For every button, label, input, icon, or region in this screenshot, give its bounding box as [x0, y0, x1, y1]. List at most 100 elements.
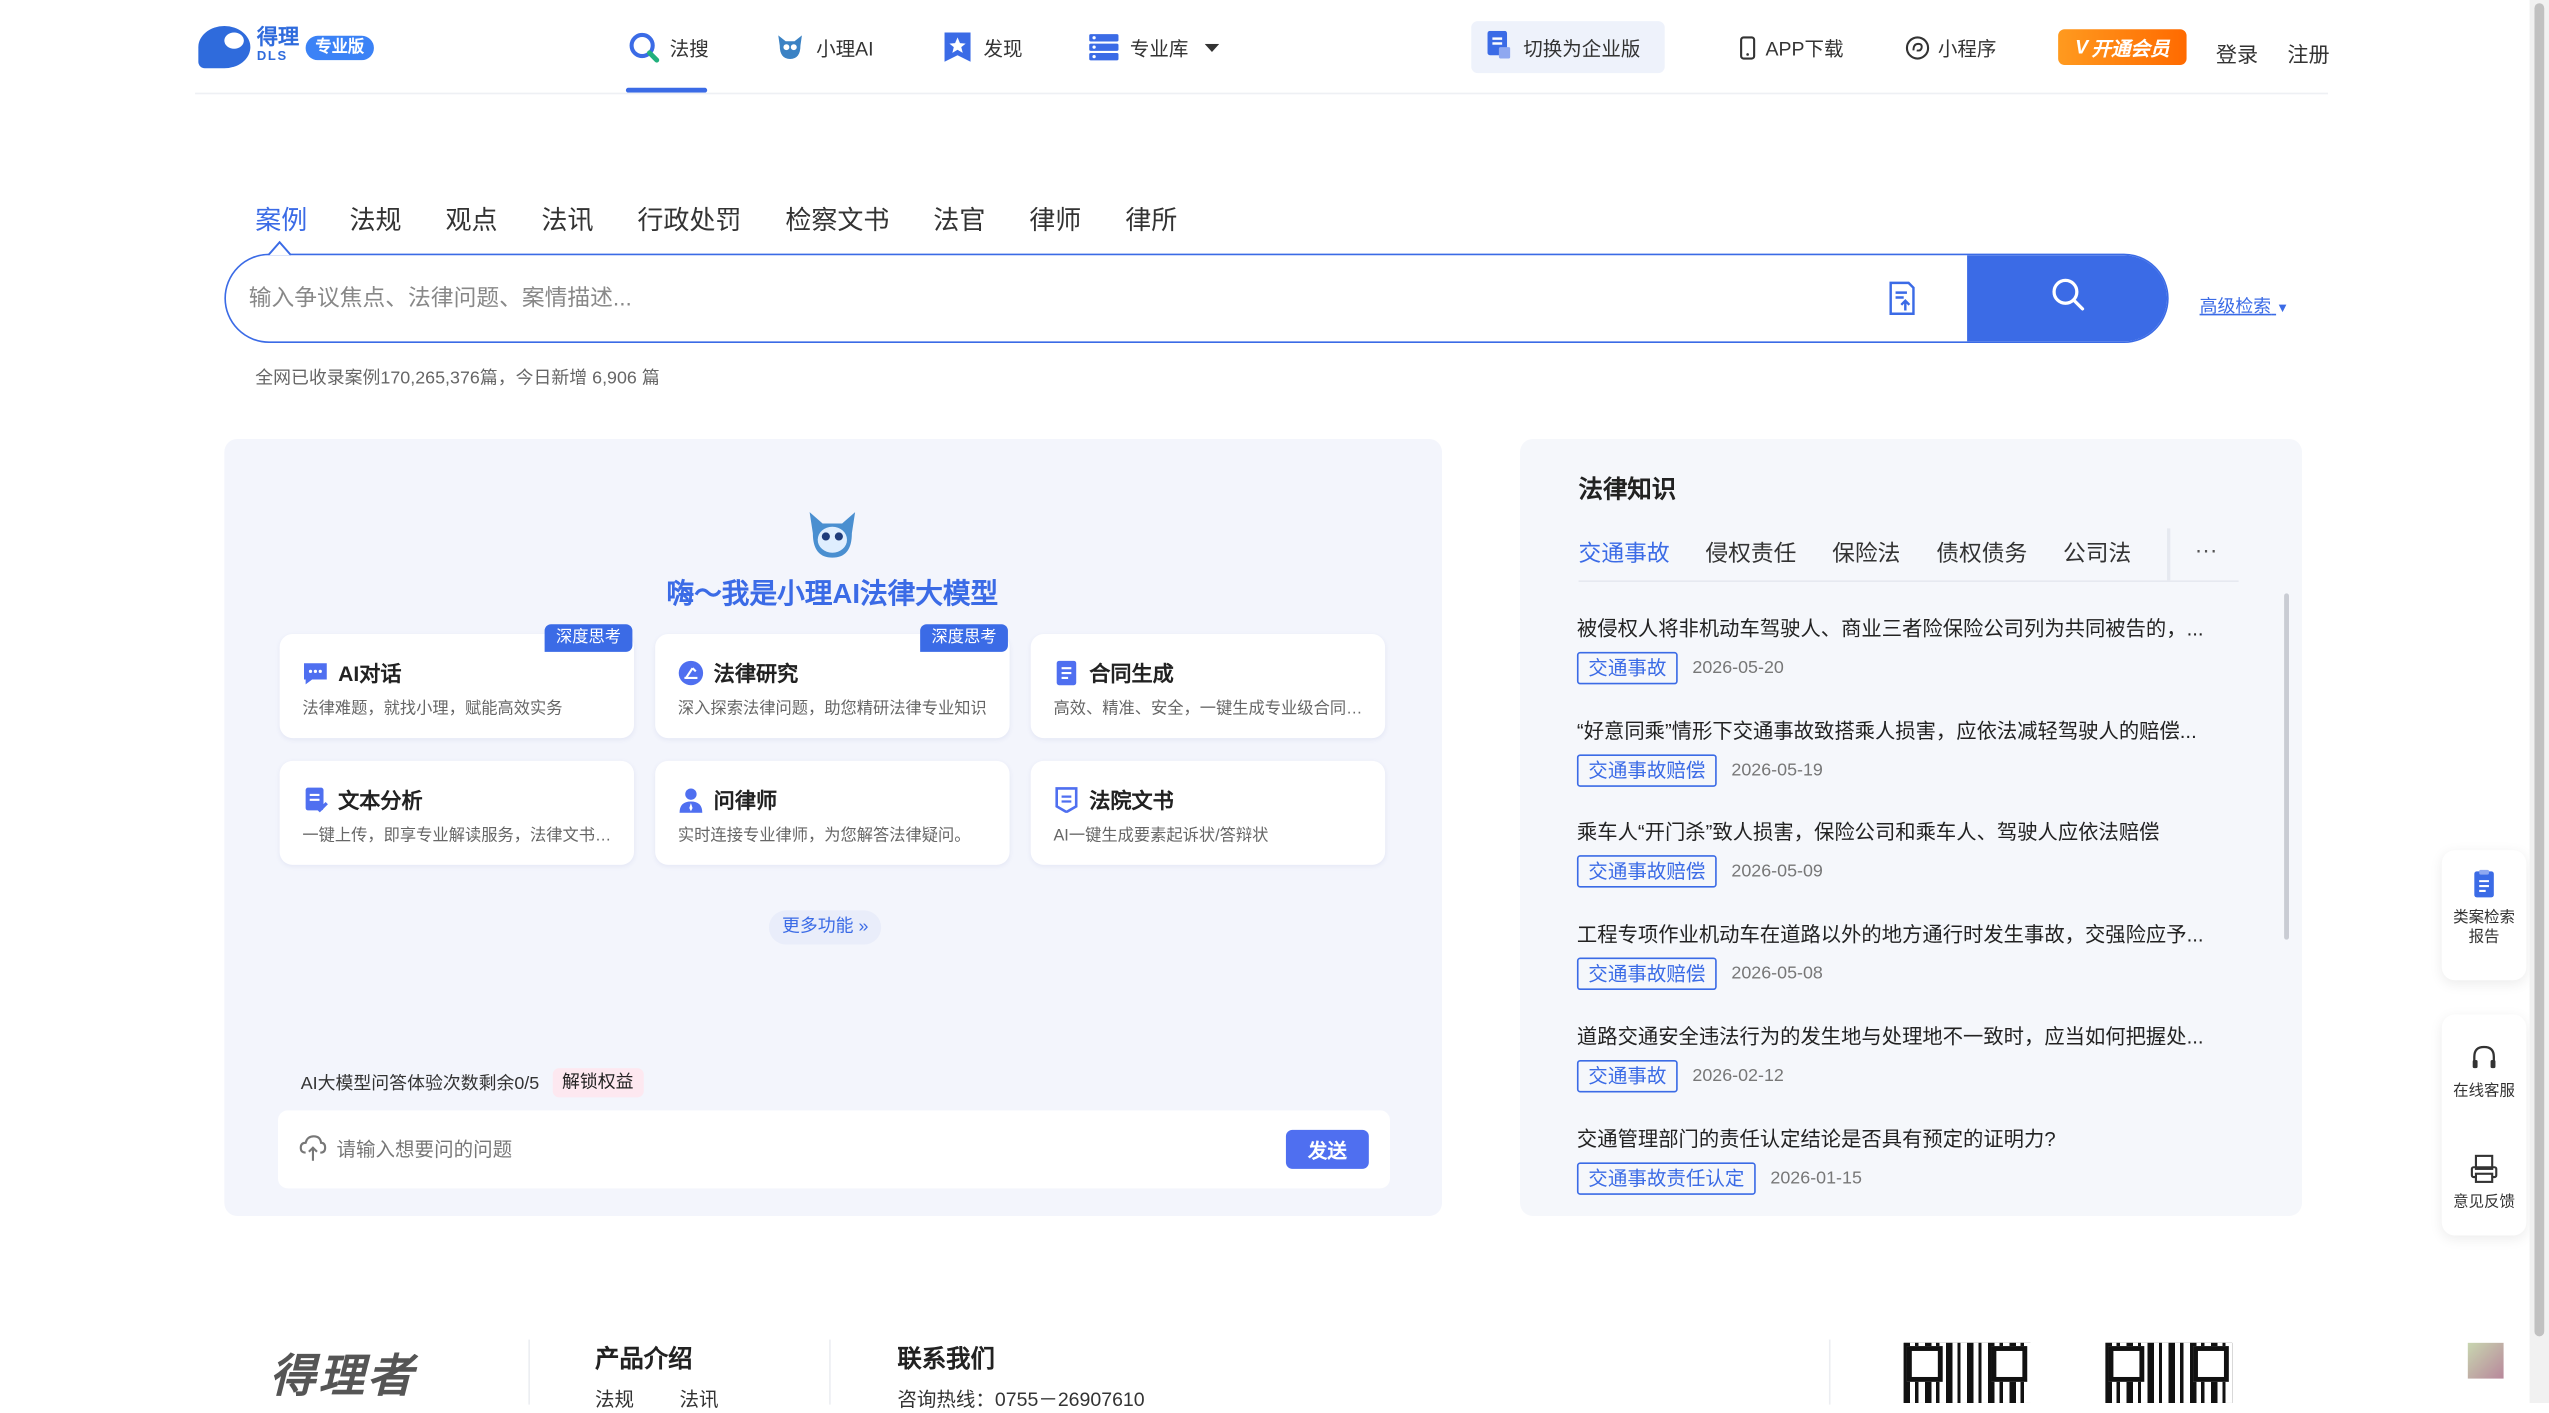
tab-procuratorate[interactable]: 检察文书	[785, 198, 889, 237]
unlock-benefits-button[interactable]: 解锁权益	[552, 1068, 644, 1098]
card-desc: AI一键生成要素起诉状/答辩状	[1053, 827, 1269, 846]
tab-regulation[interactable]: 法规	[350, 198, 402, 237]
double-chevron-right-icon: »	[858, 916, 869, 937]
knowledge-item-title: 工程专项作业机动车在道路以外的地方通行时发生事故，交强险应予...	[1576, 923, 2204, 947]
brand-logo[interactable]: 得理 DLS 专业版	[198, 26, 374, 69]
quota-text: AI大模型问答体验次数剩余0/5	[300, 1074, 540, 1095]
kn-tab-tort[interactable]: 侵权责任	[1705, 536, 1796, 569]
ai-card-chat[interactable]: AI对话 法律难题，就找小理，赋能高效实务 深度思考	[279, 624, 635, 739]
upload-file-icon[interactable]	[1887, 281, 1916, 325]
kn-scrollbar[interactable]	[2284, 593, 2289, 940]
ask-input[interactable]	[336, 1110, 1247, 1189]
online-service-button[interactable]: 在线客服	[2442, 1044, 2527, 1103]
deep-think-badge: 深度思考	[920, 624, 1008, 652]
knowledge-item[interactable]: 乘车人“开门杀”致人损害，保险公司和乘车人、驾驶人应依法赔偿 交通事故赔偿 202…	[1576, 814, 2237, 888]
ai-title: 嗨～我是小理AI法律大模型	[666, 578, 999, 610]
switch-enterprise-button[interactable]: 切换为企业版	[1471, 21, 1665, 74]
knowledge-item-tag[interactable]: 交通事故赔偿	[1576, 957, 1717, 991]
card-title: AI对话	[338, 661, 402, 687]
tab-viewpoint[interactable]: 观点	[445, 198, 497, 237]
footer-contact-title: 联系我们	[897, 1346, 995, 1374]
ask-box: 发送	[277, 1110, 1390, 1189]
kn-more-tabs-button[interactable]: ···	[2195, 536, 2218, 562]
card-title: 法律研究	[713, 661, 799, 687]
knowledge-item-tag[interactable]: 交通事故赔偿	[1576, 855, 1717, 888]
ai-card-contract[interactable]: 合同生成 高效、精准、安全，一键生成专业级合同文本	[1030, 634, 1386, 739]
card-desc: 实时连接专业律师，为您解答法律疑问。	[677, 827, 971, 846]
page-scrollbar-thumb[interactable]	[2534, 3, 2545, 1337]
search-box	[224, 253, 2169, 344]
card-title: 文本分析	[338, 788, 423, 813]
ai-card-ask-lawyer[interactable]: 问律师 实时连接专业律师，为您解答法律疑问。	[655, 760, 1010, 865]
more-features-label: 更多功能	[781, 916, 854, 937]
ai-card-court-doc[interactable]: 法院文书 AI一键生成要素起诉状/答辩状	[1030, 760, 1386, 865]
tab-lawyer[interactable]: 律师	[1029, 198, 1081, 237]
upload-icon[interactable]	[299, 1135, 327, 1171]
nav-professional-db[interactable]: 专业库	[1088, 29, 1220, 65]
page-scrollbar[interactable]	[2529, 0, 2549, 1403]
tab-case[interactable]: 案例	[255, 198, 307, 237]
feedback-button[interactable]: 意见反馈	[2442, 1154, 2527, 1213]
knowledge-item-tag[interactable]: 交通事故责任认定	[1576, 1162, 1756, 1195]
case-stat: 全网已收录案例170,265,376篇，今日新增 6,906 篇	[255, 369, 660, 389]
tab-law-firm[interactable]: 律所	[1125, 198, 1177, 237]
header-divider	[195, 92, 2329, 95]
knowledge-item-tag[interactable]: 交通事故	[1576, 1059, 1678, 1093]
tab-judge[interactable]: 法官	[933, 198, 985, 237]
ai-card-text-analysis[interactable]: 文本分析 一键上传，即享专业解读服务，法律文书分析	[279, 760, 635, 865]
knowledge-item[interactable]: 交通管理部门的责任认定结论是否具有预定的证明力? 交通事故责任认定 2026-01…	[1576, 1122, 2237, 1195]
knowledge-item[interactable]: 道路交通安全违法行为的发生地与处理地不一致时，应当如何把握处... 交通事故 20…	[1576, 1019, 2237, 1093]
card-title: 问律师	[713, 788, 778, 813]
report-label: 类案检索报告	[2453, 908, 2515, 947]
kn-tab-company[interactable]: 公司法	[2063, 536, 2131, 569]
send-button[interactable]: 发送	[1285, 1129, 1369, 1169]
login-link[interactable]: 登录	[2216, 37, 2258, 68]
knowledge-item-title: “好意同乘”情形下交通事故致搭乘人损害，应依法减轻驾驶人的赔偿...	[1576, 720, 2197, 743]
document-icon	[302, 786, 328, 812]
nav-label: 法搜	[669, 36, 709, 60]
nav-discover[interactable]: 发现	[941, 29, 1023, 65]
feedback-icon	[2469, 1154, 2498, 1183]
search-tabs: 案例 法规 观点 法讯 行政处罚 检察文书 法官 律师 律所	[255, 198, 1177, 237]
tab-news[interactable]: 法讯	[541, 198, 593, 237]
miniprogram-label: 小程序	[1937, 36, 1997, 60]
register-link[interactable]: 注册	[2287, 37, 2329, 68]
nav-label: 小理AI	[816, 36, 874, 60]
vip-button[interactable]: V 开通会员	[2058, 29, 2187, 66]
advanced-search-link[interactable]: 高级检索 ▼	[2200, 293, 2289, 319]
footer-link-regulation[interactable]: 法规	[595, 1385, 634, 1413]
nav-fasou[interactable]: 法搜	[628, 29, 709, 65]
app-download-link[interactable]: APP下载	[1738, 29, 1844, 65]
search-button[interactable]	[1967, 255, 2168, 342]
knowledge-item[interactable]: 工程专项作业机动车在道路以外的地方通行时发生事故，交强险应予... 交通事故赔偿…	[1576, 917, 2237, 991]
nav-xiaoli-ai[interactable]: 小理AI	[774, 29, 874, 65]
search-input[interactable]	[248, 255, 1842, 340]
court-icon	[1053, 786, 1079, 813]
footer-link-news[interactable]: 法讯	[680, 1385, 719, 1413]
search-icon	[628, 31, 661, 64]
knowledge-item-tag[interactable]: 交通事故赔偿	[1576, 754, 1717, 787]
tab-admin-penalty[interactable]: 行政处罚	[637, 198, 741, 237]
chat-icon	[302, 659, 328, 685]
kn-tabs-underline	[1578, 580, 2239, 583]
knowledge-item-title: 乘车人“开门杀”致人损害，保险公司和乘车人、驾驶人应依法赔偿	[1576, 820, 2160, 844]
corner-thumbnail[interactable]	[2467, 1342, 2504, 1379]
vip-v-icon: V	[2075, 35, 2089, 59]
card-desc: 一键上传，即享专业解读服务，法律文书分析	[302, 827, 618, 846]
knowledge-item[interactable]: “好意同乘”情形下交通事故致搭乘人损害，应依法减轻驾驶人的赔偿... 交通事故赔…	[1576, 714, 2237, 787]
kn-tab-insurance[interactable]: 保险法	[1832, 536, 1900, 569]
knowledge-tabs: 交通事故 侵权责任 保险法 债权债务 公司法	[1579, 536, 2168, 569]
kn-tab-traffic[interactable]: 交通事故	[1579, 536, 1670, 569]
knowledge-item-date: 2026-02-12	[1692, 1066, 1784, 1086]
knowledge-item-tag[interactable]: 交通事故	[1576, 651, 1678, 685]
kn-tab-debt[interactable]: 债权债务	[1936, 536, 2027, 569]
miniprogram-link[interactable]: 小程序	[1904, 29, 1997, 65]
qr-code-app	[1903, 1342, 2031, 1403]
ai-card-research[interactable]: 法律研究 深入探索法律问题，助您精研法律专业知识 深度思考	[655, 624, 1010, 739]
xiaoli-mascot-icon	[805, 507, 860, 570]
logo-sub: DLS	[256, 48, 288, 64]
float-report[interactable]: 类案检索报告	[2441, 850, 2527, 981]
knowledge-item[interactable]: 被侵权人将非机动车驾驶人、商业三者险保险公司列为共同被告的，... 交通事故 20…	[1576, 611, 2237, 685]
footer-divider	[1828, 1339, 1831, 1405]
more-features-button[interactable]: 更多功能 »	[768, 910, 882, 945]
